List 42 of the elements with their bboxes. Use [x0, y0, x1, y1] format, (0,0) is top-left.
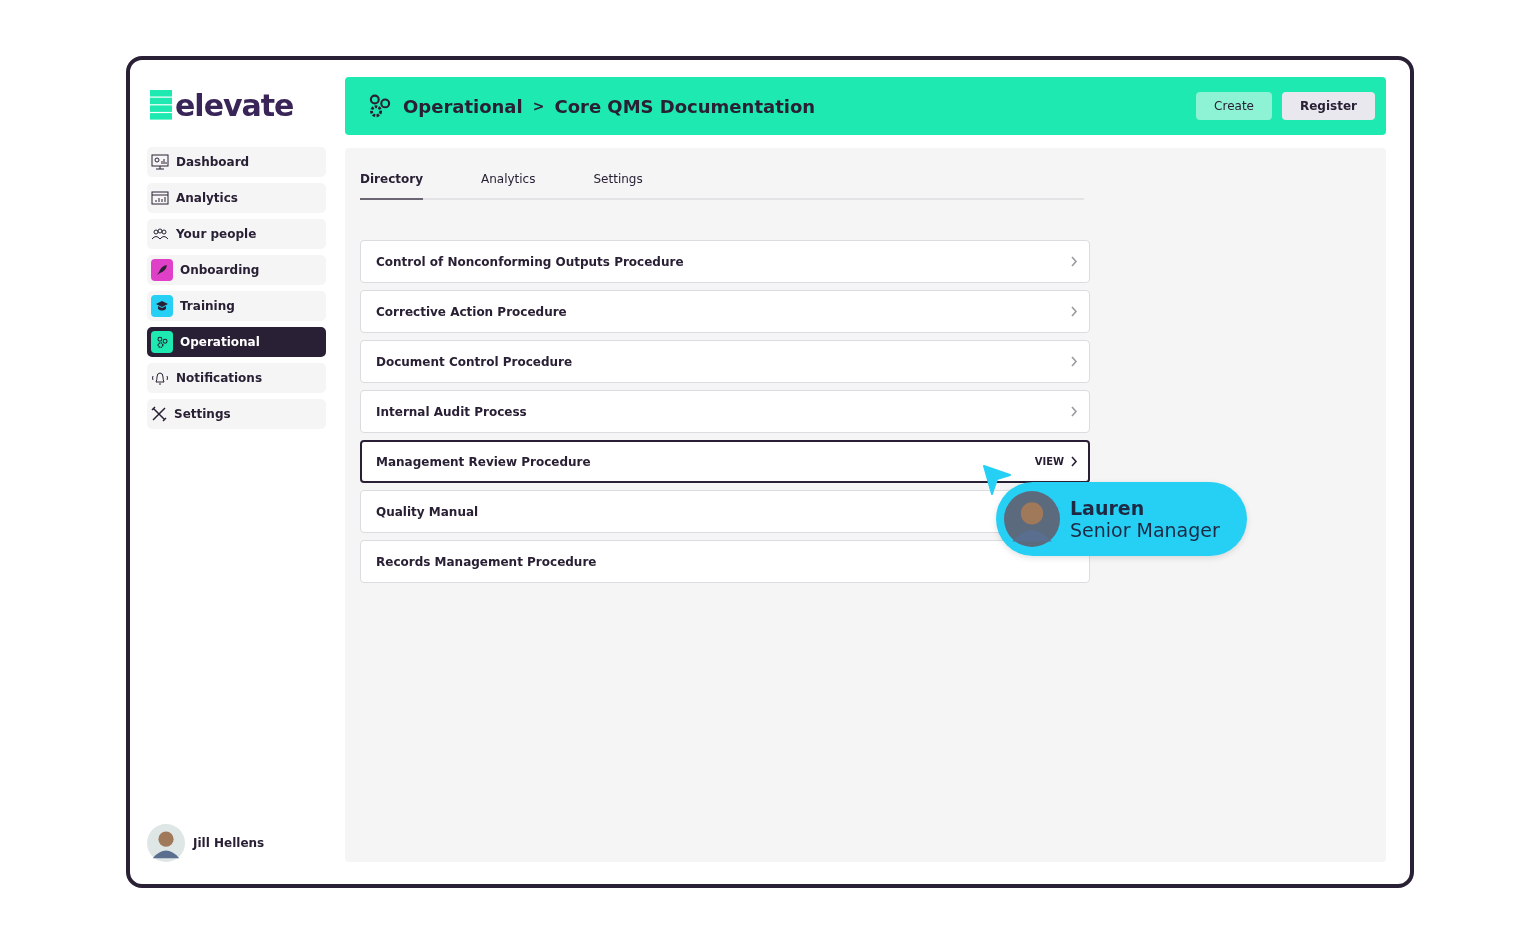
primary-button[interactable]: Register: [1281, 92, 1375, 120]
cursor-pointer-icon: [983, 465, 1011, 495]
document-title: Document Control Procedure: [376, 354, 574, 369]
document-title: Corrective Action Procedure: [376, 304, 568, 319]
chart-window-icon: [151, 191, 169, 205]
document-title: Internal Audit Process: [376, 404, 528, 419]
sidebar-item[interactable]: Onboarding: [147, 255, 326, 285]
tab[interactable]: Directory: [360, 170, 423, 200]
breadcrumb-section[interactable]: Operational: [403, 95, 523, 117]
logo: elevate: [175, 87, 294, 123]
user-name: Jill Hellens: [193, 836, 265, 850]
bell-icon: [151, 370, 169, 386]
graduation-cap-icon: [155, 300, 169, 312]
monitor-chart-icon: [151, 154, 169, 170]
document-row[interactable]: Document Control Procedure: [360, 340, 1090, 383]
sidebar-item[interactable]: Notifications: [147, 363, 326, 393]
document-title: Control of Nonconforming Outputs Procedure: [376, 254, 685, 269]
document-row[interactable]: Corrective Action Procedure: [360, 290, 1090, 333]
sidebar-item[interactable]: Analytics: [147, 183, 326, 213]
breadcrumb-separator: >: [532, 98, 545, 114]
document-title: Records Management Procedure: [376, 554, 598, 569]
logo-mark-icon: [150, 90, 172, 120]
pointer-avatar: [1004, 491, 1060, 547]
document-row[interactable]: Internal Audit Process: [360, 390, 1090, 433]
tab[interactable]: Settings: [593, 170, 643, 200]
sidebar-item[interactable]: Operational: [147, 327, 326, 357]
tab[interactable]: Analytics: [480, 170, 536, 200]
document-row[interactable]: Control of Nonconforming Outputs Procedure: [360, 240, 1090, 283]
gears-icon: [367, 93, 393, 119]
people-icon: [151, 227, 169, 241]
secondary-button[interactable]: Create: [1196, 92, 1272, 120]
view-label: VIEW: [1034, 456, 1064, 467]
user-avatar: [147, 824, 185, 862]
document-row[interactable]: Records Management Procedure: [360, 540, 1090, 583]
sidebar-item[interactable]: Your people: [147, 219, 326, 249]
page-title: Core QMS Documentation: [554, 95, 816, 117]
sidebar-item[interactable]: Settings: [147, 399, 326, 429]
document-title: Quality Manual: [376, 504, 480, 519]
sidebar-item[interactable]: Training: [147, 291, 326, 321]
document-row[interactable]: Management Review Procedure VIEW: [360, 440, 1090, 483]
sidebar-item[interactable]: Dashboard: [147, 147, 326, 177]
document-title: Management Review Procedure: [376, 454, 592, 469]
